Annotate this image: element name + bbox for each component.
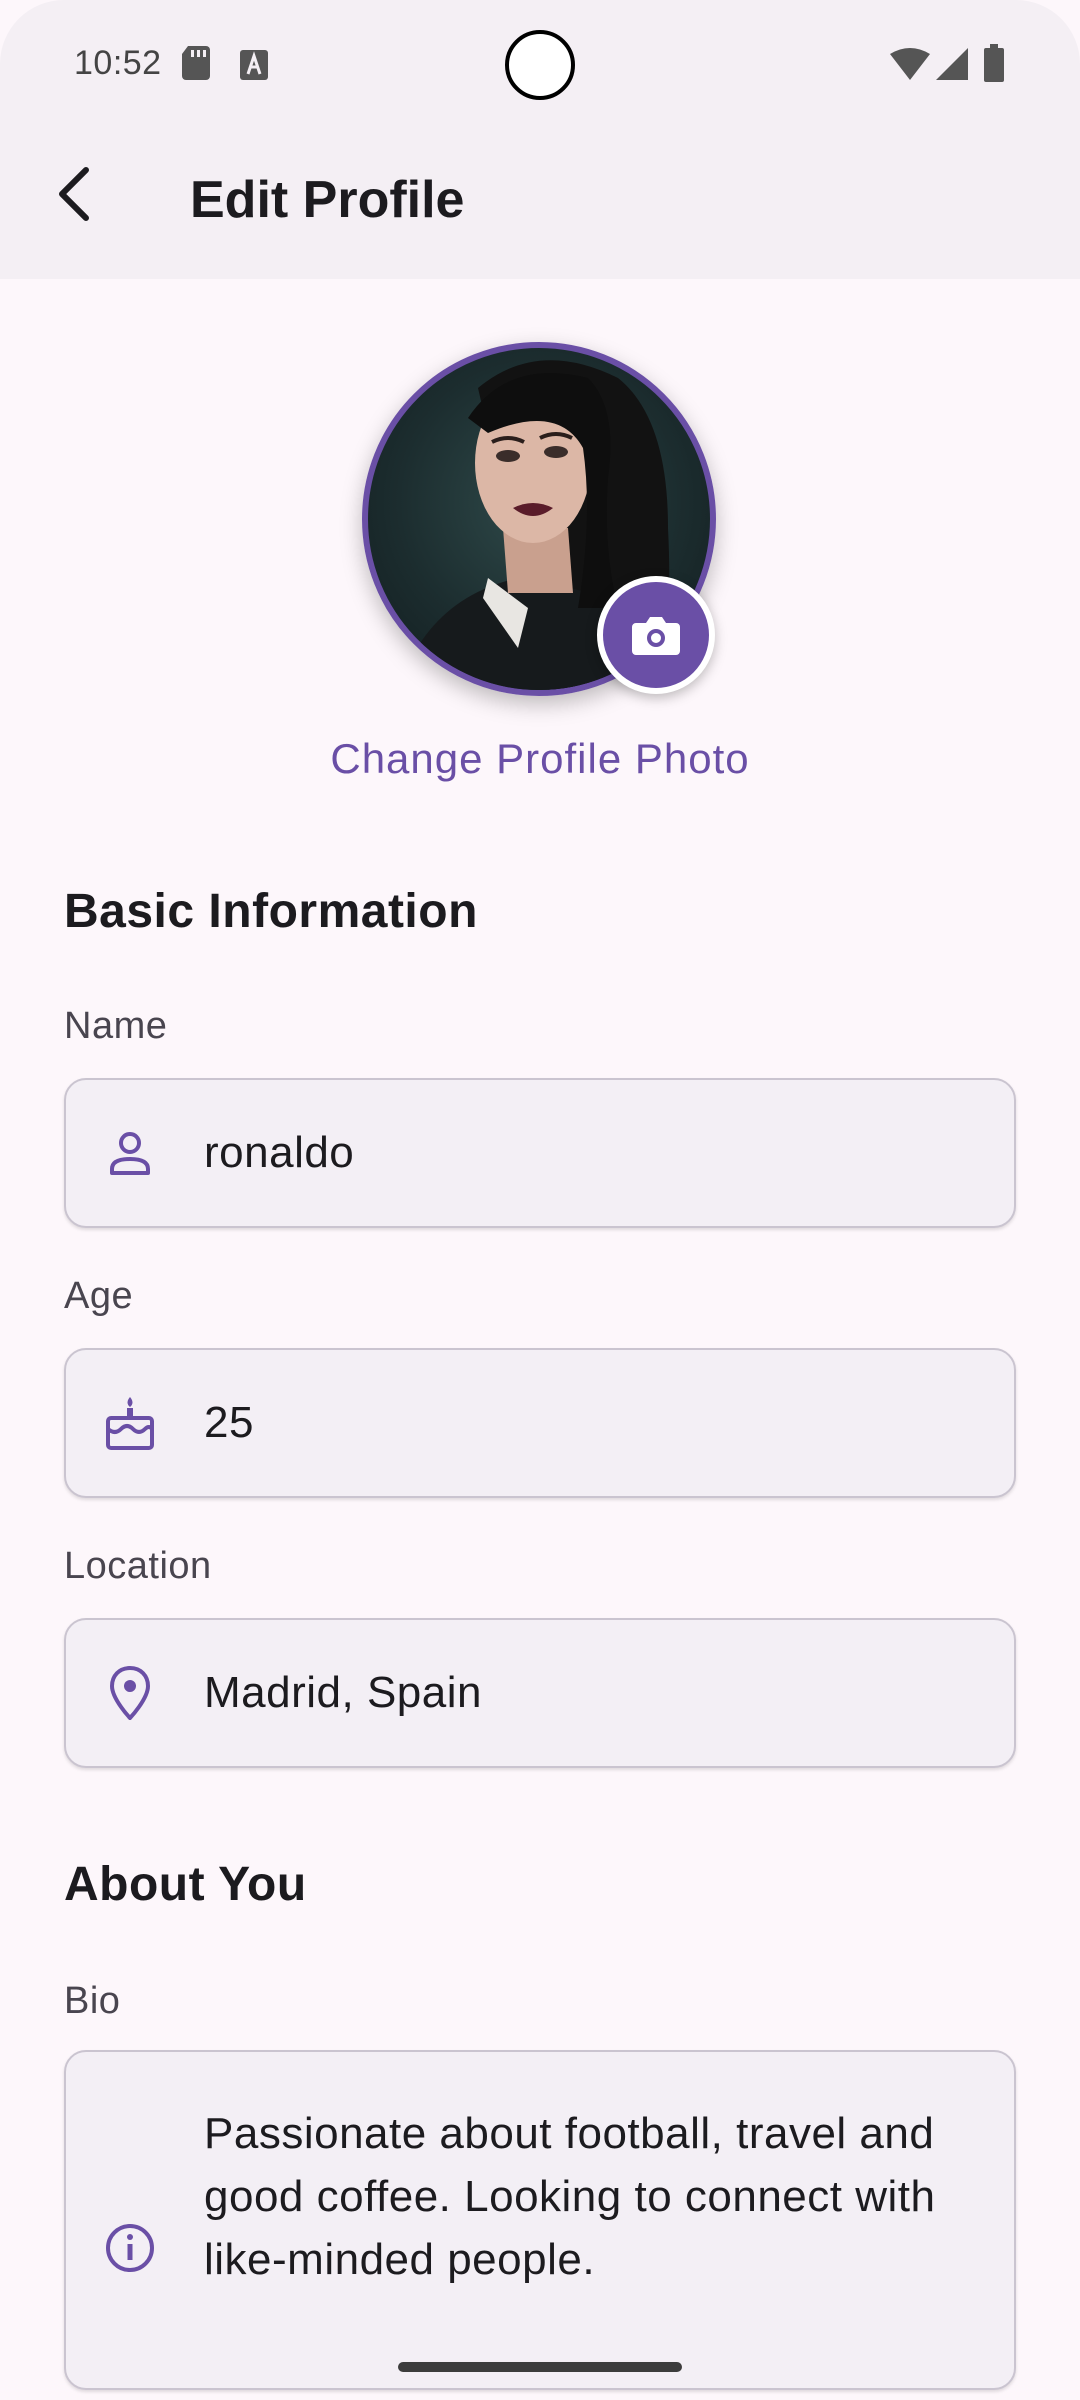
person-icon bbox=[102, 1125, 158, 1181]
battery-icon bbox=[984, 44, 1004, 82]
location-value: Madrid, Spain bbox=[204, 1668, 482, 1717]
name-value: ronaldo bbox=[204, 1128, 355, 1177]
cake-icon bbox=[102, 1395, 158, 1451]
name-field[interactable]: ronaldo bbox=[64, 1078, 1016, 1228]
app-bar: 10:52 Edit Profile bbox=[0, 0, 1080, 279]
back-button[interactable] bbox=[40, 160, 108, 228]
name-label: Name bbox=[64, 1005, 168, 1047]
bio-field[interactable]: Passionate about football, travel and go… bbox=[64, 2050, 1016, 2390]
basic-information-heading: Basic Information bbox=[64, 885, 478, 938]
age-label: Age bbox=[64, 1275, 134, 1317]
front-camera bbox=[505, 30, 575, 100]
age-field[interactable]: 25 bbox=[64, 1348, 1016, 1498]
signal-icon bbox=[936, 48, 968, 80]
chevron-left-icon bbox=[59, 167, 89, 221]
bio-value: Passionate about football, travel and go… bbox=[204, 2109, 936, 2284]
location-field[interactable]: Madrid, Spain bbox=[64, 1618, 1016, 1768]
keyboard-a-icon bbox=[240, 50, 268, 80]
camera-icon bbox=[632, 617, 680, 655]
page-title: Edit Profile bbox=[190, 171, 465, 229]
location-pin-icon bbox=[102, 1665, 158, 1721]
status-time: 10:52 bbox=[74, 44, 162, 82]
bio-label: Bio bbox=[64, 1980, 121, 2022]
home-indicator[interactable] bbox=[398, 2362, 682, 2372]
location-label: Location bbox=[64, 1545, 212, 1587]
wifi-icon bbox=[890, 48, 930, 80]
info-icon bbox=[102, 2220, 158, 2276]
edit-profile-screen: 10:52 Edit Profile Change Profile Photo … bbox=[0, 0, 1080, 2400]
age-value: 25 bbox=[204, 1398, 254, 1447]
about-you-heading: About You bbox=[64, 1858, 307, 1911]
change-profile-photo-link[interactable]: Change Profile Photo bbox=[0, 735, 1080, 783]
sd-card-icon bbox=[182, 46, 210, 80]
change-photo-camera-button[interactable] bbox=[597, 576, 715, 694]
